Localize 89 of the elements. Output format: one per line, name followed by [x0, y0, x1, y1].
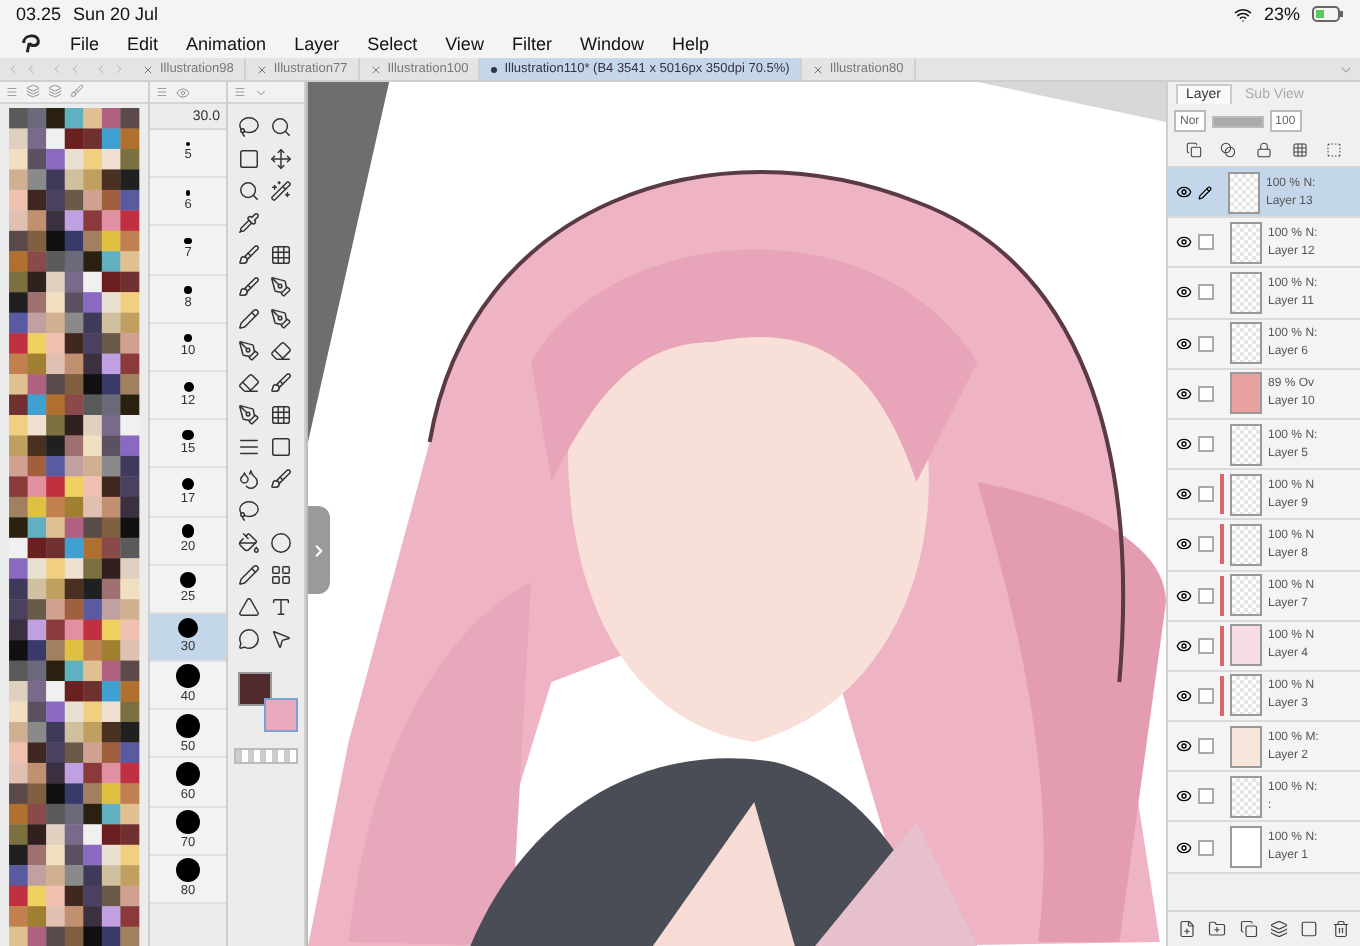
- visibility-icon[interactable]: [1176, 335, 1192, 352]
- copy-layer-icon[interactable]: [1239, 920, 1258, 938]
- visibility-icon[interactable]: [1176, 284, 1192, 301]
- brush-icon[interactable]: [238, 276, 260, 298]
- layer-checkbox[interactable]: [1198, 436, 1214, 453]
- eraser-icon[interactable]: [270, 340, 292, 362]
- menu-item[interactable]: Window: [579, 33, 644, 53]
- magic-wand-icon[interactable]: [270, 180, 292, 202]
- color-palette-drawing[interactable]: [8, 107, 140, 946]
- visibility-icon[interactable]: [1176, 385, 1192, 402]
- visibility-icon[interactable]: [1176, 637, 1192, 654]
- merge-icon[interactable]: [1270, 920, 1289, 938]
- fill-icon[interactable]: [238, 532, 260, 554]
- wifi-icon: [1233, 5, 1252, 23]
- magnifier-icon[interactable]: [270, 116, 292, 138]
- eraser-icon[interactable]: [238, 372, 260, 394]
- sub-color-swatch[interactable]: [264, 698, 298, 732]
- new-layer-icon[interactable]: [1178, 920, 1197, 938]
- pointer-icon[interactable]: [270, 628, 292, 650]
- main-color-swatch[interactable]: [238, 672, 272, 706]
- menu-item[interactable]: Select: [367, 33, 418, 53]
- lasso-icon[interactable]: [238, 116, 260, 138]
- lock-icon[interactable]: [1255, 142, 1272, 158]
- layer-checkbox[interactable]: [1198, 486, 1214, 503]
- blend-icon[interactable]: [238, 468, 260, 490]
- eyedropper-icon[interactable]: [238, 212, 260, 234]
- layer-checkbox[interactable]: [1198, 788, 1214, 805]
- visibility-icon[interactable]: [1176, 738, 1192, 755]
- menu-item[interactable]: Edit: [127, 33, 159, 53]
- menu-item[interactable]: Animation: [186, 33, 267, 53]
- close-icon[interactable]: [142, 63, 154, 75]
- layer-checkbox[interactable]: [1198, 637, 1214, 654]
- battery-percent: 23%: [1263, 4, 1300, 24]
- visibility-icon[interactable]: [1176, 839, 1192, 856]
- zoom-icon[interactable]: [238, 180, 260, 202]
- brush-icon[interactable]: [238, 244, 260, 266]
- layer-checkbox[interactable]: [1198, 234, 1214, 251]
- dot-icon: [490, 65, 499, 73]
- pen-icon[interactable]: [270, 276, 292, 298]
- brush-icon[interactable]: [270, 468, 292, 490]
- layer-checkbox[interactable]: [1198, 839, 1214, 856]
- text-icon[interactable]: [270, 596, 292, 618]
- opacity-slider[interactable]: [1211, 113, 1264, 129]
- layer-checkbox[interactable]: [1198, 284, 1214, 301]
- pencil-icon: [1198, 185, 1212, 200]
- layer-checkbox[interactable]: [1198, 738, 1214, 755]
- battery-icon: [1312, 6, 1344, 22]
- menu-item[interactable]: Filter: [511, 33, 552, 53]
- lasso-icon[interactable]: [238, 500, 260, 522]
- new-folder-icon[interactable]: [1208, 920, 1227, 938]
- pen-icon[interactable]: [238, 404, 260, 426]
- transparent-swatch[interactable]: [234, 748, 298, 764]
- marquee-icon[interactable]: [238, 148, 260, 170]
- circle-icon[interactable]: [270, 532, 292, 554]
- close-icon[interactable]: [811, 63, 824, 75]
- app-logo-icon[interactable]: [20, 32, 42, 54]
- balloon-icon[interactable]: [238, 628, 260, 650]
- layer-checkbox[interactable]: [1198, 587, 1214, 604]
- pen-icon[interactable]: [270, 308, 292, 330]
- layer-checkbox[interactable]: [1198, 335, 1214, 352]
- menu-item[interactable]: File: [70, 33, 100, 53]
- visibility-icon[interactable]: [1176, 436, 1192, 453]
- grid-icon[interactable]: [270, 244, 292, 266]
- date: Sun 20 Jul: [73, 4, 159, 24]
- clock-time: 03.25: [16, 4, 62, 24]
- visibility-icon[interactable]: [1176, 536, 1192, 553]
- trash-icon[interactable]: [1331, 920, 1350, 938]
- close-icon[interactable]: [255, 63, 268, 75]
- menu-item[interactable]: Help: [671, 33, 709, 53]
- panel-toggle-handle[interactable]: [308, 506, 330, 594]
- layer-checkbox[interactable]: [1198, 536, 1214, 553]
- layer-checkbox[interactable]: [1198, 687, 1214, 704]
- visibility-icon[interactable]: [1176, 234, 1192, 251]
- grid-icon[interactable]: [270, 404, 292, 426]
- brush-icon[interactable]: [270, 372, 292, 394]
- visibility-icon[interactable]: [1176, 788, 1192, 805]
- shape-icon[interactable]: [238, 596, 260, 618]
- visibility-icon[interactable]: [1176, 486, 1192, 503]
- pen-icon[interactable]: [238, 340, 260, 362]
- menu-item[interactable]: Layer: [294, 33, 340, 53]
- layer-checkbox[interactable]: [1198, 385, 1214, 402]
- pencil-icon[interactable]: [238, 308, 260, 330]
- visibility-icon[interactable]: [1176, 687, 1192, 704]
- lines-icon[interactable]: [238, 436, 260, 458]
- visibility-icon[interactable]: [1176, 587, 1192, 604]
- move-icon[interactable]: [270, 148, 292, 170]
- close-icon[interactable]: [369, 63, 382, 75]
- menu-item[interactable]: View: [445, 33, 484, 53]
- visibility-icon[interactable]: [1176, 184, 1192, 201]
